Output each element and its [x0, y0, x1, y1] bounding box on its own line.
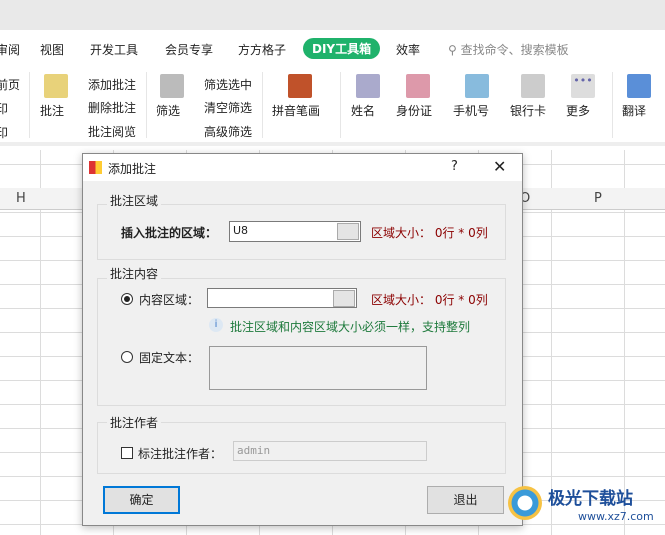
translate-button[interactable]: 翻译	[622, 102, 646, 119]
fixed-text-area[interactable]	[209, 346, 427, 390]
phone-icon	[465, 74, 489, 98]
content-range-radio[interactable]	[121, 293, 133, 305]
more-icon: •••	[571, 74, 595, 98]
tab-view[interactable]: 视图	[40, 41, 64, 58]
checkbox-label[interactable]: 标注批注作者：	[138, 445, 222, 462]
tab-diy-toolbox[interactable]: DIY工具箱	[303, 38, 381, 59]
ribbon: 前页 印 印 批注 添加批注 删除批注 批注阅览 筛选 筛选选中 清空筛选 高级…	[0, 68, 665, 146]
watermark-url: www.xz7.com	[578, 510, 654, 523]
author-input[interactable]: admin	[233, 441, 427, 461]
tab-fangfang[interactable]: 方方格子	[238, 41, 286, 58]
search-box[interactable]: ⚲ 查找命令、搜索模板	[448, 41, 569, 58]
add-comment-button[interactable]: 添加批注	[88, 76, 136, 93]
more-button[interactable]: 更多	[566, 102, 590, 119]
tab-developer[interactable]: 开发工具	[90, 41, 138, 58]
dialog-title: 添加批注	[108, 162, 157, 176]
cut-item[interactable]: 印	[0, 100, 8, 117]
group-label: 批注区域	[107, 192, 162, 209]
comment-range-input[interactable]: U8	[229, 221, 361, 242]
advanced-filter-button[interactable]: 高级筛选	[204, 123, 252, 140]
comment-button[interactable]: 批注	[40, 102, 64, 119]
range-value: U8	[233, 224, 249, 237]
search-icon: ⚲	[448, 43, 457, 57]
search-placeholder: 查找命令、搜索模板	[460, 43, 569, 57]
idcard-icon	[406, 74, 430, 98]
column-p[interactable]: P	[594, 191, 602, 206]
close-icon[interactable]: ✕	[493, 157, 506, 176]
author-checkbox[interactable]	[121, 447, 133, 459]
watermark-logo-icon	[508, 486, 542, 520]
delete-comment-button[interactable]: 删除批注	[88, 99, 136, 116]
name-button[interactable]: 姓名	[351, 102, 375, 119]
bankcard-button[interactable]: 银行卡	[510, 102, 546, 119]
filter-icon	[160, 74, 184, 98]
watermark-name: 极光下载站	[548, 489, 633, 509]
browse-comment-button[interactable]: 批注阅览	[88, 123, 136, 140]
tab-review[interactable]: 审阅	[0, 41, 20, 58]
ok-button[interactable]: 确定	[103, 486, 180, 514]
app-icon	[89, 161, 102, 174]
fixed-text-radio[interactable]	[121, 351, 133, 363]
clear-filter-button[interactable]: 清空筛选	[204, 99, 252, 116]
help-button[interactable]: ?	[451, 159, 458, 174]
range-picker-icon[interactable]	[333, 290, 355, 307]
add-comment-dialog: 添加批注 ? ✕ 批注区域 插入批注的区域： U8 区域大小： 0行 * 0列 …	[82, 153, 523, 526]
group-label: 批注内容	[107, 265, 162, 282]
pinyin-icon	[288, 74, 312, 98]
tab-member[interactable]: 会员专享	[165, 41, 213, 58]
info-icon: i	[209, 318, 223, 332]
cut-item[interactable]: 印	[0, 124, 8, 141]
pinyin-button[interactable]: 拼音笔画	[272, 102, 320, 119]
content-size: 区域大小： 0行 * 0列	[371, 293, 488, 307]
radio-label[interactable]: 内容区域：	[139, 291, 199, 308]
filter-selected-button[interactable]: 筛选选中	[204, 76, 252, 93]
translate-icon	[627, 74, 651, 98]
idcard-button[interactable]: 身份证	[396, 102, 432, 119]
dialog-titlebar: 添加批注 ? ✕	[83, 154, 522, 181]
bankcard-icon	[521, 74, 545, 98]
info-text: 批注区域和内容区域大小必须一样，支持整列	[230, 320, 471, 334]
title-bar	[0, 0, 665, 30]
range-picker-icon[interactable]	[337, 223, 359, 240]
phone-button[interactable]: 手机号	[453, 102, 489, 119]
column-h[interactable]: H	[16, 191, 26, 206]
cut-item[interactable]: 前页	[0, 76, 20, 93]
exit-button[interactable]: 退出	[427, 486, 504, 514]
range-size: 区域大小： 0行 * 0列	[371, 226, 488, 240]
group-label: 批注作者	[107, 414, 162, 431]
filter-button[interactable]: 筛选	[156, 102, 180, 119]
content-range-input[interactable]	[207, 288, 357, 308]
comment-icon	[44, 74, 68, 98]
menu-tabs: 审阅 视图 开发工具 会员专享 方方格子 DIY工具箱 效率 ⚲ 查找命令、搜索…	[0, 30, 665, 68]
name-icon	[356, 74, 380, 98]
tab-efficiency[interactable]: 效率	[396, 41, 420, 58]
field-label: 插入批注的区域：	[121, 226, 218, 240]
watermark: 极光下载站 www.xz7.com	[508, 484, 658, 530]
radio-label[interactable]: 固定文本：	[139, 349, 199, 366]
